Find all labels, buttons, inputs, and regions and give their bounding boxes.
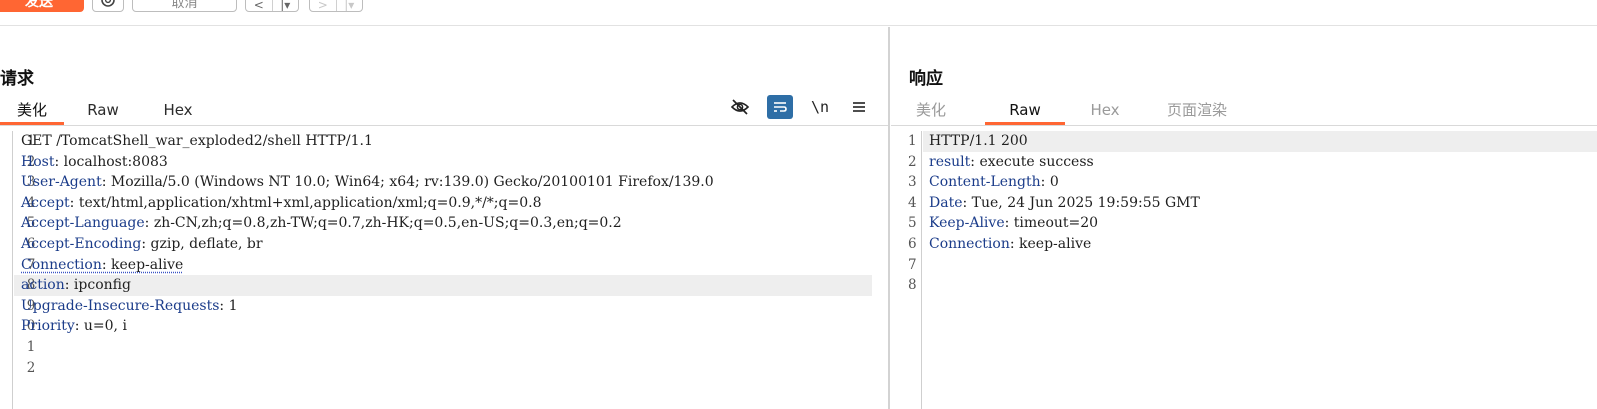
request-line: 6 Accept-Encoding: gzip, deflate, br [0, 234, 889, 255]
response-line: 3 Content-Length: 0 [891, 172, 1597, 193]
request-tab-raw[interactable]: Raw [80, 99, 126, 125]
line-number: 7 [908, 256, 917, 273]
newline-toggle-icon[interactable]: \n [807, 95, 833, 119]
header-name: Accept-Language [21, 215, 145, 232]
line-number: 4 [908, 194, 917, 211]
header-value: text/html,application/xhtml+xml,applicat… [78, 194, 542, 211]
request-line: 2 Host: localhost:8083 [0, 152, 889, 173]
request-line: 1 [0, 337, 889, 358]
gear-icon [101, 0, 115, 7]
request-line: 5 Accept-Language: zh-CN,zh;q=0.8,zh-TW;… [0, 213, 889, 234]
header-value: timeout=20 [1013, 215, 1099, 232]
request-line: 7 Connection: keep-alive [0, 255, 889, 276]
response-editor[interactable]: 1 HTTP/1.1 200 2 result: execute success… [891, 131, 1597, 409]
header-name: Host [21, 153, 55, 170]
header-name: Content-Length [929, 174, 1041, 191]
response-line: 5 Keep-Alive: timeout=20 [891, 213, 1597, 234]
header-value: gzip, deflate, br [150, 236, 263, 252]
response-tab-hex[interactable]: Hex [1085, 99, 1125, 125]
response-line: 2 result: execute success [891, 152, 1597, 173]
header-value: u=0, i [83, 318, 127, 335]
request-pane: 请求 美化 Raw Hex \n 1 GET /TomcatShell_war_… [0, 27, 889, 409]
request-title: 请求 [0, 69, 34, 89]
request-line: 2 [0, 358, 889, 379]
previous-button[interactable]: < |▾ [245, 0, 299, 12]
header-value: keep-alive [111, 256, 184, 273]
request-tab-hex[interactable]: Hex [158, 99, 198, 125]
menu-icon[interactable] [846, 95, 872, 119]
header-name: Connection [929, 236, 1010, 252]
header-name: Date [929, 194, 963, 211]
response-tabs-divider [891, 125, 1597, 126]
header-name: Accept [21, 194, 70, 211]
header-name: Upgrade-Insecure-Requests [21, 297, 220, 314]
header-name: Priority [21, 318, 75, 335]
header-name: User-Agent [21, 174, 102, 191]
request-line-text: GET /TomcatShell_war_exploded2/shell HTT… [21, 133, 373, 149]
request-line: 3 User-Agent: Mozilla/5.0 (Windows NT 10… [0, 172, 889, 193]
line-number: 5 [908, 215, 917, 232]
line-number: 6 [908, 236, 917, 252]
line-number: 3 [908, 174, 917, 191]
next-arrow-icon: > [317, 0, 328, 12]
request-editor-tools: \n [727, 95, 877, 121]
request-line: 0 Priority: u=0, i [0, 316, 889, 337]
response-pane: 响应 美化 Raw Hex 页面渲染 1 HTTP/1.1 200 2 resu… [891, 27, 1597, 409]
line-number: 2 [908, 153, 917, 170]
line-number: 1 [908, 133, 917, 149]
pane-divider[interactable] [888, 27, 890, 409]
header-name: action [21, 277, 65, 294]
header-name: Accept-Encoding [21, 236, 142, 252]
header-value: keep-alive [1019, 236, 1092, 252]
previous-history-dropdown[interactable]: |▾ [271, 0, 299, 11]
response-tab-render[interactable]: 页面渲染 [1161, 99, 1233, 125]
response-line: 6 Connection: keep-alive [891, 234, 1597, 255]
previous-arrow-icon: < [253, 0, 264, 12]
header-value: 1 [228, 297, 238, 314]
header-name: Connection [21, 256, 102, 273]
response-tab-raw[interactable]: Raw [985, 99, 1065, 125]
eye-slash-icon[interactable] [727, 95, 753, 119]
send-button[interactable]: 发送 [0, 0, 84, 12]
request-editor[interactable]: 1 GET /TomcatShell_war_exploded2/shell H… [0, 131, 889, 409]
request-line: 4 Accept: text/html,application/xhtml+xm… [0, 193, 889, 214]
request-line: 9 Upgrade-Insecure-Requests: 1 [0, 296, 889, 317]
next-button[interactable]: > |▾ [309, 0, 363, 12]
header-value: Tue, 24 Jun 2025 19:59:55 GMT [971, 194, 1200, 211]
response-line: 7 [891, 255, 1597, 276]
request-line: 1 GET /TomcatShell_war_exploded2/shell H… [0, 131, 889, 152]
next-history-dropdown[interactable]: |▾ [335, 0, 363, 11]
header-name: Keep-Alive [929, 215, 1005, 232]
settings-button[interactable] [92, 0, 124, 12]
response-line: 4 Date: Tue, 24 Jun 2025 19:59:55 GMT [891, 193, 1597, 214]
toolbar: 发送 取消 < |▾ > |▾ [0, 0, 1597, 26]
request-line: 8 action: ipconfig [0, 275, 889, 296]
header-name: result [929, 153, 971, 170]
header-value: 0 [1049, 174, 1059, 191]
line-number: 1 [26, 339, 36, 355]
response-line: 8 [891, 275, 1597, 296]
header-value: zh-CN,zh;q=0.8,zh-TW;q=0.7,zh-HK;q=0.5,e… [153, 215, 622, 232]
response-line-text: HTTP/1.1 200 [929, 133, 1028, 149]
response-title: 响应 [909, 69, 943, 89]
request-tabs-divider [0, 125, 889, 126]
header-value: execute success [979, 153, 1094, 170]
line-number: 8 [908, 277, 917, 294]
line-number: 2 [26, 359, 36, 376]
response-tab-pretty[interactable]: 美化 [909, 99, 953, 125]
header-value: ipconfig [73, 277, 131, 294]
cancel-button[interactable]: 取消 [132, 0, 237, 12]
header-value: localhost:8083 [63, 153, 168, 170]
header-value: Mozilla/5.0 (Windows NT 10.0; Win64; x64… [110, 174, 714, 191]
word-wrap-icon[interactable] [767, 95, 793, 119]
response-line: 1 HTTP/1.1 200 [891, 131, 1597, 152]
request-tab-pretty[interactable]: 美化 [0, 99, 64, 125]
